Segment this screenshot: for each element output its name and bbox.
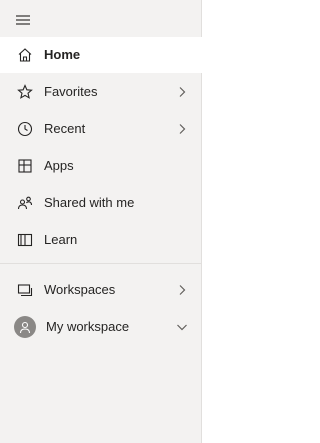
nav-item-shared-with-me[interactable]: Shared with me [0,185,202,221]
nav-item-favorites[interactable]: Favorites [0,74,202,110]
chevron-down-icon[interactable] [175,320,189,334]
chevron-right-icon[interactable] [175,85,189,99]
clock-icon [16,120,34,138]
avatar-icon [14,316,36,338]
nav-item-label: Favorites [44,84,98,99]
chevron-right-icon[interactable] [175,283,189,297]
hamburger-menu-icon[interactable] [12,9,34,31]
nav-item-label: Recent [44,121,86,136]
nav-item-workspaces[interactable]: Workspaces [0,272,202,308]
nav-item-label: Learn [44,232,78,247]
apps-icon [16,157,34,175]
nav-item-apps[interactable]: Apps [0,148,202,184]
nav-item-label: Apps [44,158,74,173]
main-content-area [202,0,265,443]
nav-item-label: Workspaces [44,282,116,297]
chevron-right-icon[interactable] [175,122,189,136]
home-icon [16,46,34,64]
nav-item-recent[interactable]: Recent [0,111,202,147]
nav-item-home[interactable]: Home [0,37,202,73]
nav-item-learn[interactable]: Learn [0,222,202,258]
divider [0,263,202,264]
people-icon [16,194,34,212]
workspaces-icon [16,281,34,299]
nav-item-label: My workspace [46,319,130,334]
nav-item-label: Home [44,47,81,62]
book-icon [16,231,34,249]
star-icon [16,83,34,101]
nav-item-label: Shared with me [44,195,135,210]
navigation-pane: Home Favorites Recent Apps Shared with m… [0,0,202,443]
